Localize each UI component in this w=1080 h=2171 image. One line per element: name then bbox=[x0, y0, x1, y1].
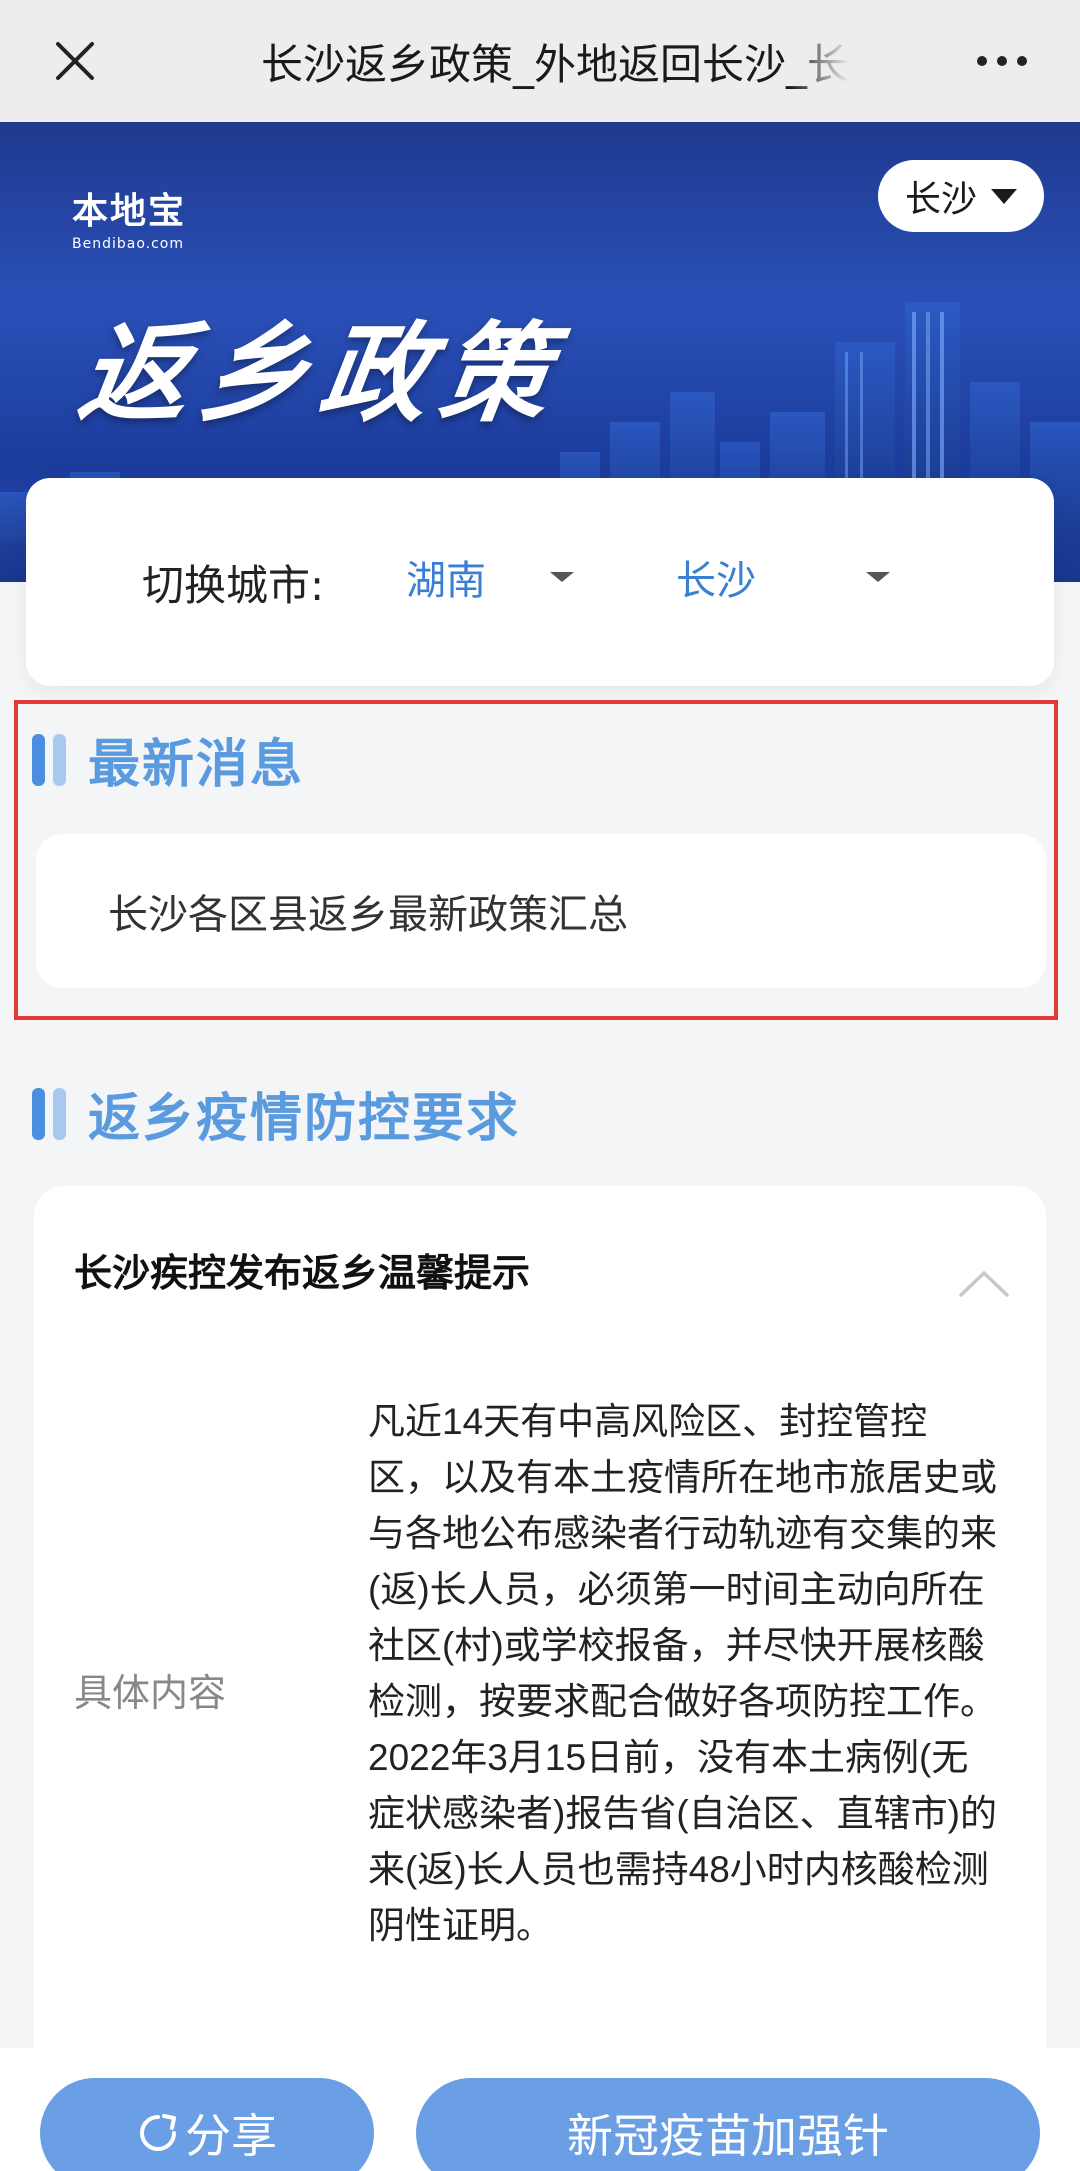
bendibao-logo: 本地宝 Bendibao.com bbox=[72, 182, 232, 252]
share-icon bbox=[140, 2114, 176, 2151]
page-title: 长沙返乡政策_外地返回长沙_长 bbox=[0, 0, 1080, 122]
detail-label: 具体内容 bbox=[74, 1671, 227, 1715]
switch-city-label: 切换城市: bbox=[142, 561, 325, 610]
detail-text: 凡近14天有中高风险区、封控管控区，以及有本土疫情所在地市旅居史或与各地公布感染… bbox=[368, 1401, 997, 1946]
share-label: 分享 bbox=[185, 2109, 277, 2163]
share-button[interactable]: 分享 bbox=[40, 2078, 374, 2171]
dropdown-arrow-icon bbox=[866, 572, 890, 582]
booster-vaccine-button[interactable]: 新冠疫苗加强针 bbox=[416, 2078, 1040, 2171]
more-options-icon[interactable] bbox=[974, 50, 1030, 72]
province-select[interactable]: 湖南 bbox=[406, 548, 574, 606]
switch-city-card: 切换城市: 湖南 长沙 bbox=[26, 478, 1054, 686]
latest-news-header: 最新消息 bbox=[32, 722, 304, 797]
logo-subtext: Bendibao.com bbox=[72, 236, 185, 252]
top-nav-bar: 长沙返乡政策_外地返回长沙_长 bbox=[0, 0, 1080, 122]
logo-text: 本地宝 bbox=[72, 190, 187, 232]
booster-label: 新冠疫苗加强针 bbox=[567, 2109, 889, 2163]
province-value: 湖南 bbox=[406, 558, 486, 604]
city-value: 长沙 bbox=[676, 558, 756, 604]
city-select[interactable]: 长沙 bbox=[676, 548, 890, 606]
banner-title: 返乡政策 bbox=[71, 312, 570, 437]
requirement-card: 长沙疾控发布返乡温馨提示 具体内容 凡近14天有中高风险区、封控管控区，以及有本… bbox=[34, 1186, 1046, 2066]
section-bar-icon bbox=[32, 733, 66, 786]
dropdown-arrow-icon bbox=[550, 572, 574, 582]
latest-news-item[interactable]: 长沙各区县返乡最新政策汇总 bbox=[36, 834, 1046, 988]
bottom-action-bar: 分享 新冠疫苗加强针 bbox=[0, 2048, 1080, 2171]
requirements-header: 返乡疫情防控要求 bbox=[32, 1076, 520, 1151]
chevron-up-icon[interactable] bbox=[958, 1268, 1010, 1298]
latest-news-title: 最新消息 bbox=[88, 735, 305, 795]
requirements-title: 返乡疫情防控要求 bbox=[88, 1089, 521, 1149]
caret-down-icon bbox=[991, 188, 1017, 204]
section-bar-icon bbox=[32, 1087, 66, 1140]
page-title-text: 长沙返乡政策_外地返回长沙_长 bbox=[260, 39, 849, 89]
city-pill-label: 长沙 bbox=[904, 179, 977, 220]
requirement-card-title: 长沙疾控发布返乡温馨提示 bbox=[74, 1251, 531, 1295]
city-selector-pill[interactable]: 长沙 bbox=[878, 160, 1044, 232]
